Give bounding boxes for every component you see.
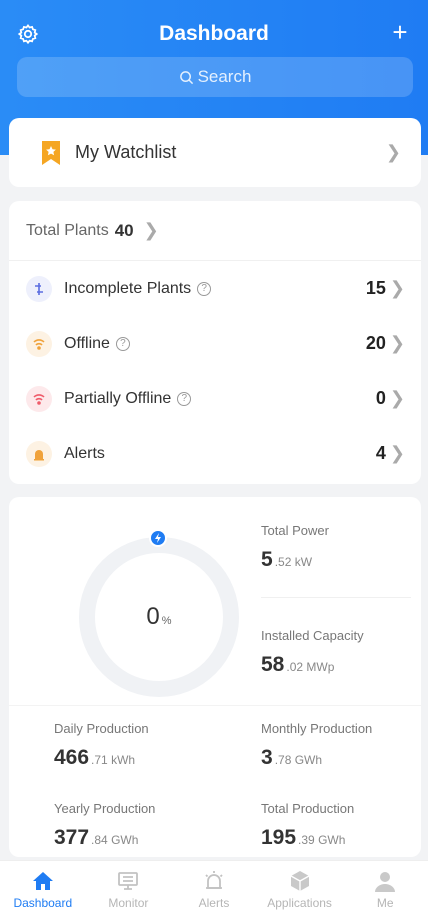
- plant-row-offline[interactable]: Offline ? 20 ❯: [9, 316, 421, 371]
- tab-me[interactable]: Me: [342, 861, 428, 910]
- total-plants-value: 40: [114, 220, 134, 240]
- metric-unit: .84 GWh: [91, 833, 139, 847]
- metric-unit: .02 MWp: [286, 660, 335, 674]
- plant-row-value: 4: [375, 443, 386, 463]
- plant-row-value: 15: [365, 278, 386, 298]
- alarm-icon: [200, 867, 228, 895]
- bookmark-star-icon: [42, 140, 60, 165]
- plant-row-label: Incomplete Plants: [64, 279, 192, 297]
- plant-row-label: Offline: [64, 334, 110, 352]
- plant-row-value: 0: [375, 388, 386, 408]
- add-button[interactable]: +: [388, 17, 412, 47]
- chevron-right-icon: ❯: [389, 443, 405, 463]
- ring-percent: 0: [146, 603, 160, 630]
- plus-icon: +: [392, 17, 408, 47]
- divider: [261, 597, 411, 598]
- tab-dashboard[interactable]: Dashboard: [0, 861, 86, 910]
- wifi-icon: [26, 330, 52, 357]
- metric-value: 377: [54, 826, 90, 849]
- chevron-right-icon: ❯: [389, 388, 405, 408]
- page-title: Dashboard: [159, 22, 269, 45]
- tab-alerts[interactable]: Alerts: [171, 861, 257, 910]
- metric-unit: .39 GWh: [298, 833, 346, 847]
- watchlist-label: My Watchlist: [75, 142, 177, 162]
- metric-unit: .71 kWh: [91, 753, 136, 767]
- ring-unit: %: [161, 615, 172, 627]
- cube-icon: [286, 867, 314, 895]
- metric-unit: .52 kW: [274, 555, 313, 569]
- metric-label: Monthly Production: [261, 721, 373, 736]
- tab-label: Monitor: [108, 896, 149, 910]
- metric-value: 195: [261, 826, 297, 849]
- production-stats-card: 0 % Total Power 5.52 kW Installed Capaci…: [9, 497, 421, 857]
- total-production-metric: Total Production 195.39 GWh: [261, 801, 354, 850]
- tab-label: Me: [376, 896, 394, 910]
- total-plants-row[interactable]: Total Plants 40 ❯: [9, 201, 421, 261]
- plant-row-alerts[interactable]: Alerts 4 ❯: [9, 426, 421, 481]
- metric-label: Total Production: [261, 801, 355, 816]
- metric-value: 5: [261, 548, 273, 571]
- metric-label: Total Power: [261, 523, 329, 538]
- plant-row-label: Partially Offline: [64, 389, 172, 407]
- plant-row-label: Alerts: [64, 444, 105, 462]
- monitor-icon: [114, 867, 142, 895]
- bottom-tab-bar: Dashboard Monitor Alerts Applications Me: [0, 860, 428, 910]
- plant-row-value: 20: [365, 333, 386, 353]
- help-icon[interactable]: ?: [197, 281, 212, 296]
- power-ratio-ring: 0 %: [69, 527, 249, 707]
- metric-label: Installed Capacity: [261, 628, 364, 643]
- watchlist-card[interactable]: My Watchlist ❯: [9, 118, 421, 187]
- tab-applications[interactable]: Applications: [257, 861, 343, 910]
- tab-label: Dashboard: [13, 896, 73, 910]
- help-icon[interactable]: ?: [115, 336, 130, 351]
- wifi-partial-icon: [26, 385, 52, 412]
- chevron-right-icon: ❯: [389, 278, 405, 298]
- total-plants-label: Total Plants: [26, 221, 109, 239]
- metric-unit: .78 GWh: [274, 753, 323, 767]
- metric-value: 466: [54, 746, 90, 769]
- tab-label: Alerts: [198, 896, 230, 910]
- metric-label: Daily Production: [54, 721, 149, 736]
- help-icon[interactable]: ?: [177, 391, 192, 406]
- top-bar: Dashboard +: [0, 14, 428, 54]
- installed-capacity-metric: Installed Capacity 58.02 MWp: [261, 628, 364, 677]
- plant-row-partially-offline[interactable]: Partially Offline ? 0 ❯: [9, 371, 421, 426]
- gear-icon: [17, 24, 39, 45]
- user-icon: [371, 867, 399, 895]
- plant-row-incomplete[interactable]: Incomplete Plants ? 15 ❯: [9, 261, 421, 316]
- alert-icon: [26, 440, 52, 467]
- metric-value: 58: [261, 653, 285, 676]
- incomplete-plants-icon: [26, 275, 52, 302]
- metric-label: Yearly Production: [54, 801, 156, 816]
- search-icon: [179, 70, 193, 84]
- plants-card: Total Plants 40 ❯ Incomplete Plants ? 15…: [9, 201, 421, 484]
- search-input[interactable]: Search: [17, 57, 413, 97]
- tab-monitor[interactable]: Monitor: [86, 861, 172, 910]
- home-icon: [29, 867, 57, 895]
- chevron-right-icon: ❯: [385, 142, 401, 162]
- yearly-production-metric: Yearly Production 377.84 GWh: [54, 801, 155, 850]
- search-placeholder: Search: [197, 67, 252, 86]
- chevron-right-icon: ❯: [389, 333, 405, 353]
- settings-button[interactable]: [16, 22, 40, 46]
- daily-production-metric: Daily Production 466.71 kWh: [54, 721, 149, 770]
- chevron-right-icon: ❯: [143, 220, 159, 240]
- monthly-production-metric: Monthly Production 3.78 GWh: [261, 721, 372, 770]
- metric-value: 3: [261, 746, 273, 769]
- tab-label: Applications: [267, 896, 332, 910]
- total-power-metric: Total Power 5.52 kW: [261, 523, 329, 572]
- divider: [9, 705, 421, 706]
